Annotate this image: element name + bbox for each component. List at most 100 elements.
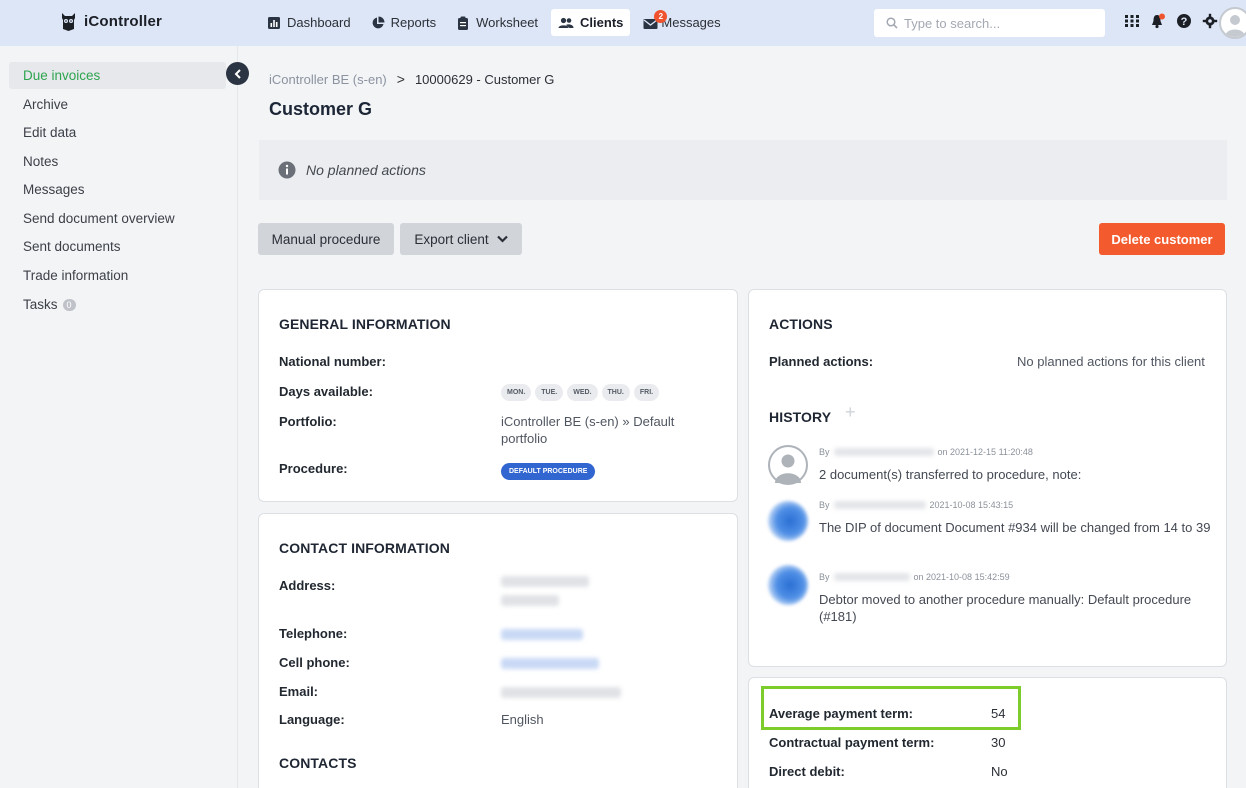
sidebar-item-trade-information[interactable]: Trade information (9, 262, 226, 289)
sidebar-item-due-invoices[interactable]: Due invoices (9, 62, 226, 89)
actions-title: ACTIONS (769, 316, 833, 332)
sidebar-item-archive[interactable]: Archive (9, 91, 226, 118)
user-avatar-icon (775, 454, 801, 483)
page-title: Customer G (269, 99, 373, 119)
sidebar-item-notes[interactable]: Notes (9, 148, 226, 175)
sidebar-item-messages[interactable]: Messages (9, 176, 226, 203)
history-author-redacted (833, 448, 934, 456)
delete-customer-button[interactable]: Delete customer (1099, 223, 1225, 255)
sidebar-item-tasks[interactable]: Tasks 0 (9, 291, 226, 318)
contacts-title: CONTACTS (279, 755, 357, 771)
history-meta: By 2021-10-08 15:43:15 (819, 500, 1013, 510)
sidebar-item-label: Edit data (23, 125, 77, 140)
history-by: By (819, 447, 830, 457)
history-author-redacted (833, 501, 926, 509)
history-by: By (819, 572, 830, 582)
user-avatar[interactable] (1219, 7, 1246, 39)
contact-information-title: CONTACT INFORMATION (279, 540, 450, 556)
contractual-payment-term-value: 30 (991, 735, 1006, 750)
procedure-label: Procedure: (279, 461, 348, 476)
sidebar-item-label: Due invoices (23, 68, 101, 83)
history-text: The DIP of document Document #934 will b… (819, 520, 1211, 535)
pie-chart-icon (372, 16, 385, 28)
average-payment-term-highlight (761, 686, 1021, 730)
bell-icon[interactable] (1150, 13, 1166, 29)
nav-reports[interactable]: Reports (364, 9, 444, 36)
sidebar-item-label: Notes (23, 154, 59, 169)
sidebar-item-label: Tasks (23, 297, 58, 312)
sidebar-item-label: Trade information (23, 268, 129, 283)
telephone-label: Telephone: (279, 626, 348, 641)
sidebar-collapse-button[interactable] (226, 62, 249, 85)
notice-text: No planned actions (306, 162, 426, 178)
procedure-badge[interactable]: DEFAULT PROCEDURE (501, 463, 596, 480)
cell-phone-value-redacted[interactable] (501, 656, 599, 673)
nav-label: Dashboard (287, 15, 351, 30)
planned-actions-notice: No planned actions (259, 140, 1227, 200)
search-input[interactable] (904, 15, 1094, 31)
sidebar-item-send-document-overview[interactable]: Send document overview (9, 205, 226, 232)
search-box[interactable] (874, 9, 1105, 37)
general-information-title: GENERAL INFORMATION (279, 316, 451, 332)
nav-label: Reports (390, 15, 437, 30)
direct-debit-label: Direct debit: (769, 764, 845, 779)
portfolio-value: iController BE (s-en) » Default portfoli… (501, 414, 675, 446)
history-avatar (768, 565, 808, 605)
sidebar-item-label: Archive (23, 97, 69, 112)
history-meta: By on 2021-12-15 11:20:48 (819, 447, 1033, 457)
help-icon[interactable]: ? (1176, 13, 1192, 29)
day-pill-fri: FRI. (633, 384, 660, 401)
user-avatar-icon (1225, 15, 1245, 37)
history-date: 2021-10-08 15:43:15 (929, 500, 1014, 510)
top-icons: ? (1124, 13, 1218, 29)
address-label: Address: (279, 578, 336, 593)
nav-worksheet[interactable]: Worksheet (449, 9, 545, 36)
email-label: Email: (279, 684, 319, 699)
apps-grid-icon[interactable] (1124, 13, 1140, 29)
history-date: on 2021-12-15 11:20:48 (937, 447, 1033, 457)
sidebar-item-label: Messages (23, 182, 85, 197)
dashboard-icon (268, 16, 280, 29)
history-author-redacted (833, 573, 910, 581)
top-navbar: iController Dashboard Reports Worksheet … (0, 0, 1246, 46)
email-value-redacted[interactable] (501, 685, 621, 702)
direct-debit-value: No (991, 764, 1008, 779)
nav-label: Clients (580, 15, 624, 30)
breadcrumb-parent[interactable]: iController BE (s-en) (269, 72, 387, 87)
day-pill-mon: MON. (501, 384, 532, 401)
users-icon (558, 17, 574, 28)
delete-customer-label: Delete customer (1111, 231, 1213, 247)
export-client-button[interactable]: Export client (400, 223, 522, 255)
address-value-redacted (501, 576, 589, 606)
nav-dashboard[interactable]: Dashboard (260, 9, 358, 36)
sidebar-item-label: Send document overview (23, 211, 175, 226)
day-pill-wed: WED. (567, 384, 598, 401)
sidebar-item-label: Sent documents (23, 239, 121, 254)
sidebar-item-edit-data[interactable]: Edit data (9, 119, 226, 146)
breadcrumb: iController BE (s-en) > 10000629 - Custo… (269, 71, 554, 87)
add-history-button[interactable]: + (845, 403, 856, 421)
breadcrumb-separator: > (396, 71, 405, 87)
manual-procedure-button[interactable]: Manual procedure (258, 223, 394, 255)
main-nav: Dashboard Reports Worksheet Clients 2 Me… (260, 9, 728, 36)
chevron-left-icon (234, 68, 241, 79)
nav-label: Messages (661, 15, 721, 30)
contractual-payment-term-label: Contractual payment term: (769, 735, 935, 750)
history-date: on 2021-10-08 15:42:59 (913, 572, 1010, 582)
portfolio-label: Portfolio: (279, 414, 337, 429)
history-by: By (819, 500, 830, 510)
info-icon (278, 161, 296, 179)
sidebar-item-sent-documents[interactable]: Sent documents (9, 233, 226, 260)
logo[interactable]: iController (61, 12, 162, 31)
history-text: 2 document(s) transferred to procedure, … (819, 467, 1082, 482)
telephone-value-redacted[interactable] (501, 627, 583, 644)
cell-phone-label: Cell phone: (279, 655, 350, 670)
tasks-count-badge: 0 (62, 298, 76, 311)
history-title: HISTORY (769, 409, 832, 425)
gear-icon[interactable] (1202, 13, 1218, 29)
history-avatar (768, 501, 808, 541)
nav-messages[interactable]: 2 Messages (636, 9, 727, 36)
days-available-label: Days available: (279, 384, 373, 399)
breadcrumb-current: 10000629 - Customer G (414, 71, 555, 87)
nav-clients[interactable]: Clients (551, 9, 631, 36)
